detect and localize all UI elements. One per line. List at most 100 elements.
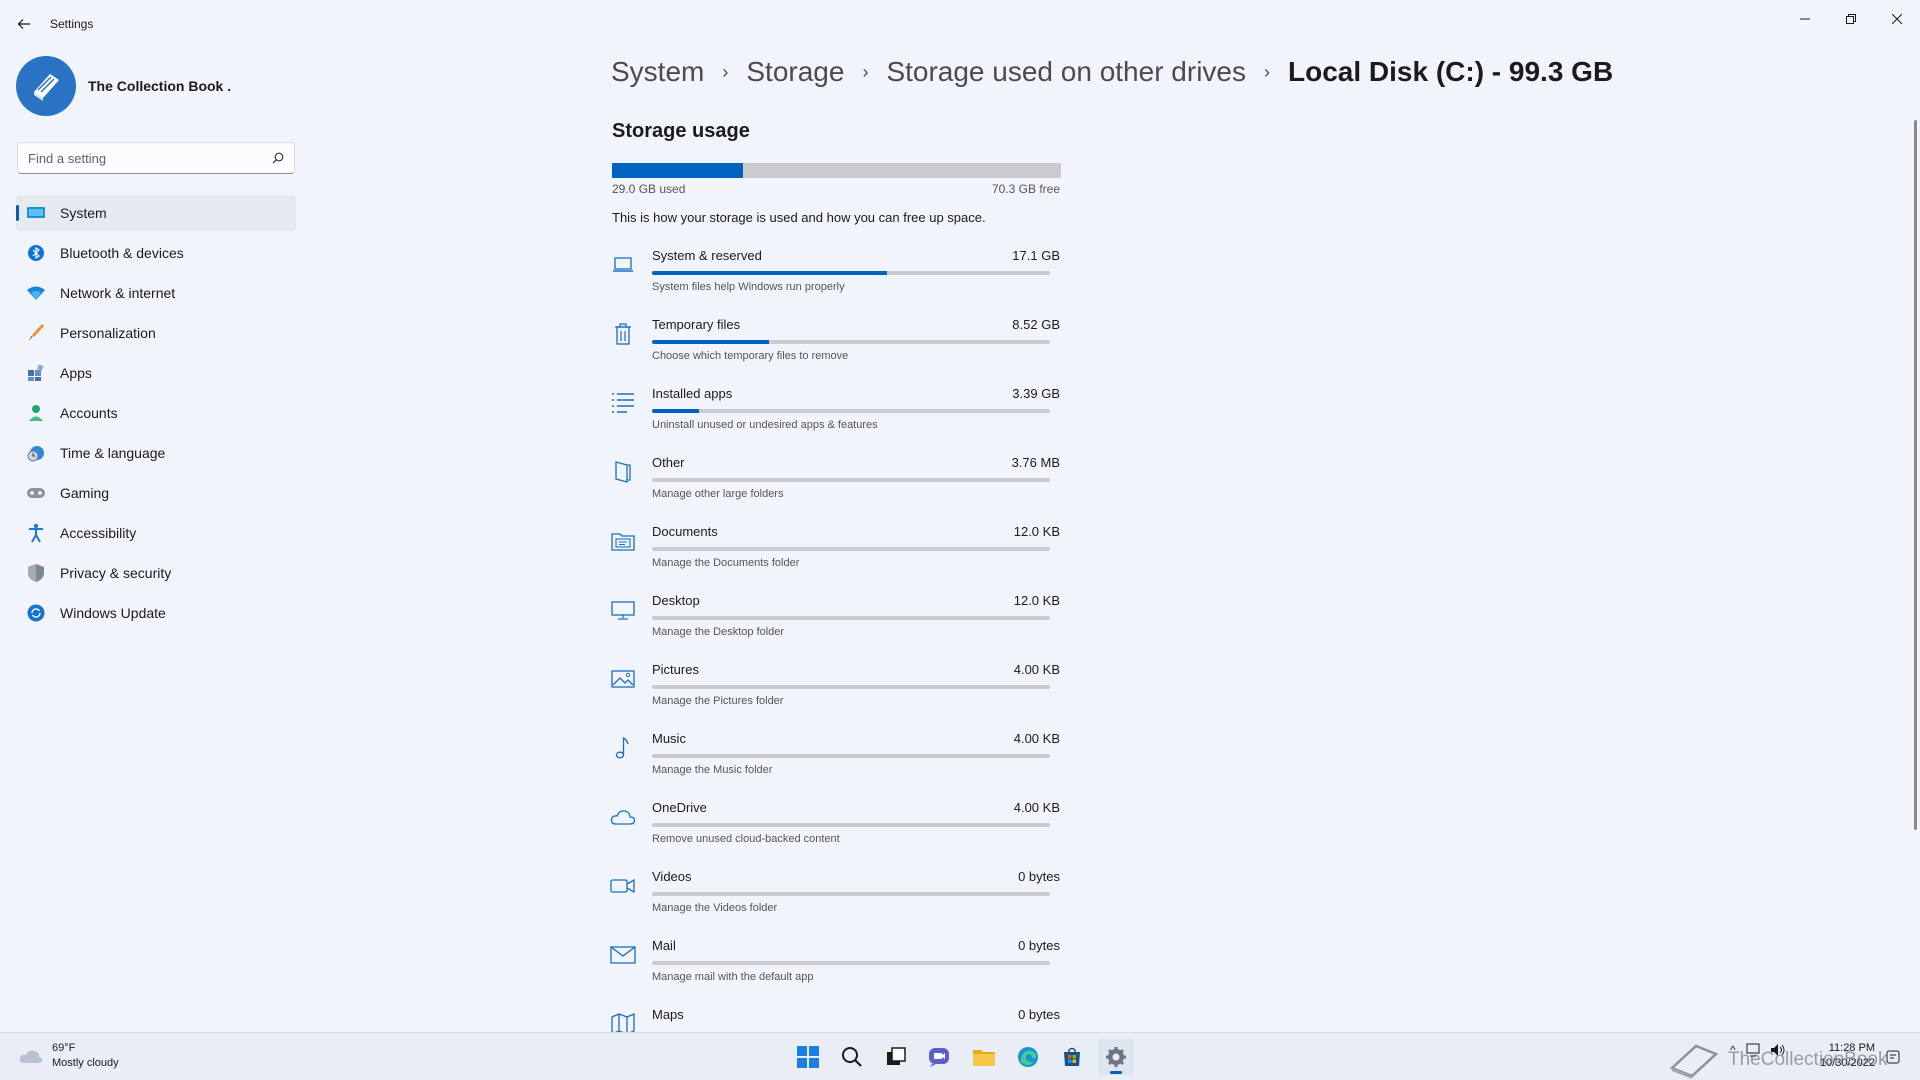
back-arrow-icon bbox=[17, 19, 30, 29]
clock-globe-icon bbox=[26, 443, 46, 463]
sidebar-item-label: Accessibility bbox=[60, 525, 137, 541]
storage-category-installed-apps[interactable]: Installed apps 3.39 GB Uninstall unused or… bbox=[610, 382, 1060, 451]
edge-button[interactable] bbox=[1010, 1039, 1046, 1075]
storage-category-desktop[interactable]: Desktop 12.0 KB Manage the Desktop folder bbox=[610, 589, 1060, 658]
cloudy-weather-icon bbox=[19, 1050, 43, 1063]
category-description: Remove unused cloud-backed content bbox=[652, 833, 840, 845]
sidebar-item-gaming[interactable]: Gaming bbox=[16, 475, 296, 511]
accessibility-icon bbox=[26, 523, 46, 543]
sidebar-item-apps[interactable]: Apps bbox=[16, 355, 296, 391]
category-name: Other bbox=[652, 455, 685, 470]
wifi-icon bbox=[26, 283, 46, 303]
breadcrumb: System › Storage › Storage used on other… bbox=[611, 56, 1613, 88]
category-usage-bar bbox=[652, 685, 1050, 689]
sidebar-item-privacy[interactable]: Privacy & security bbox=[16, 555, 296, 591]
minimize-icon bbox=[1800, 18, 1810, 20]
chat-button[interactable] bbox=[922, 1039, 958, 1075]
sidebar-item-label: Privacy & security bbox=[60, 565, 172, 581]
gamepad-icon bbox=[26, 483, 46, 503]
search-icon bbox=[842, 1047, 862, 1067]
bluetooth-icon bbox=[26, 243, 46, 263]
scrollbar[interactable] bbox=[1914, 120, 1917, 830]
breadcrumb-storage[interactable]: Storage bbox=[746, 56, 844, 88]
storage-category-temporary-files[interactable]: Temporary files 8.52 GB Choose which tempo… bbox=[610, 313, 1060, 382]
category-name: System & reserved bbox=[652, 248, 762, 263]
storage-category-videos[interactable]: Videos 0 bytes Manage the Videos folder bbox=[610, 865, 1060, 934]
video-camera-icon bbox=[610, 873, 636, 899]
sidebar-item-windows-update[interactable]: Windows Update bbox=[16, 595, 296, 631]
watermark: TheCollectionBook bbox=[1668, 1040, 1887, 1080]
category-name: Videos bbox=[652, 869, 692, 884]
map-icon bbox=[610, 1011, 636, 1032]
category-name: Documents bbox=[652, 524, 718, 539]
taskbar-search-button[interactable] bbox=[834, 1039, 870, 1075]
category-size: 0 bytes bbox=[1018, 938, 1060, 953]
weather-widget[interactable]: 69°F Mostly cloudy bbox=[18, 1041, 119, 1071]
sidebar-item-system[interactable]: System bbox=[16, 195, 296, 231]
windows-start-icon bbox=[797, 1046, 819, 1068]
sidebar-item-bluetooth[interactable]: Bluetooth & devices bbox=[16, 235, 296, 271]
category-usage-bar bbox=[652, 823, 1050, 827]
breadcrumb-current-drive: Local Disk (C:) - 99.3 GB bbox=[1288, 56, 1614, 87]
minimize-button[interactable] bbox=[1783, 4, 1827, 34]
shield-icon bbox=[26, 563, 46, 583]
breadcrumb-system[interactable]: System bbox=[611, 56, 704, 88]
sidebar-nav: System Bluetooth & devices Network & int… bbox=[16, 195, 296, 635]
user-profile[interactable]: The Collection Book . bbox=[16, 56, 231, 116]
storage-category-system-reserved[interactable]: System & reserved 17.1 GB System files hel… bbox=[610, 244, 1060, 313]
sidebar-item-label: Apps bbox=[60, 365, 92, 381]
used-space-label: 29.0 GB used bbox=[612, 182, 686, 196]
monitor-icon bbox=[610, 597, 636, 623]
documents-icon bbox=[610, 528, 636, 554]
category-size: 3.39 GB bbox=[1012, 386, 1060, 401]
storage-category-documents[interactable]: Documents 12.0 KB Manage the Documents fol… bbox=[610, 520, 1060, 589]
category-name: OneDrive bbox=[652, 800, 707, 815]
settings-taskbar-button[interactable] bbox=[1098, 1039, 1134, 1075]
storage-category-list: System & reserved 17.1 GB System files hel… bbox=[610, 244, 1060, 1032]
laptop-icon bbox=[610, 252, 636, 278]
task-view-button[interactable] bbox=[878, 1039, 914, 1075]
category-size: 17.1 GB bbox=[1012, 248, 1060, 263]
sidebar-item-accounts[interactable]: Accounts bbox=[16, 395, 296, 431]
category-size: 0 bytes bbox=[1018, 869, 1060, 884]
storage-category-other[interactable]: Other 3.76 MB Manage other large folders bbox=[610, 451, 1060, 520]
restore-button[interactable] bbox=[1829, 4, 1873, 34]
sidebar-item-label: Gaming bbox=[60, 485, 110, 501]
search-icon[interactable] bbox=[272, 152, 284, 164]
search-box[interactable] bbox=[17, 142, 295, 174]
storage-category-pictures[interactable]: Pictures 4.00 KB Manage the Pictures folde… bbox=[610, 658, 1060, 727]
file-explorer-icon bbox=[973, 1050, 995, 1066]
storage-category-maps[interactable]: Maps 0 bytes bbox=[610, 1003, 1060, 1032]
restore-icon bbox=[1846, 14, 1856, 24]
sidebar-item-label: Time & language bbox=[60, 445, 166, 461]
store-button[interactable] bbox=[1054, 1039, 1090, 1075]
app-title: Settings bbox=[50, 17, 94, 31]
file-explorer-button[interactable] bbox=[966, 1039, 1002, 1075]
category-size: 0 bytes bbox=[1018, 1007, 1060, 1022]
edge-icon bbox=[1018, 1047, 1038, 1067]
category-description: Manage the Videos folder bbox=[652, 902, 778, 914]
category-name: Mail bbox=[652, 938, 676, 953]
cloud-icon bbox=[610, 804, 636, 830]
back-button[interactable] bbox=[12, 12, 36, 36]
category-size: 4.00 KB bbox=[1013, 662, 1060, 677]
sidebar-item-personalization[interactable]: Personalization bbox=[16, 315, 296, 351]
sidebar-item-label: Windows Update bbox=[60, 605, 166, 621]
notification-icon[interactable] bbox=[1886, 1050, 1900, 1064]
store-icon bbox=[1064, 1047, 1080, 1066]
category-name: Temporary files bbox=[652, 317, 741, 332]
mail-icon bbox=[610, 942, 636, 968]
sidebar-item-time-language[interactable]: Time & language bbox=[16, 435, 296, 471]
category-usage-fill bbox=[652, 340, 769, 344]
storage-category-music[interactable]: Music 4.00 KB Manage the Music folder bbox=[610, 727, 1060, 796]
close-button[interactable] bbox=[1875, 4, 1919, 34]
storage-category-onedrive[interactable]: OneDrive 4.00 KB Remove unused cloud-backe… bbox=[610, 796, 1060, 865]
breadcrumb-other-drives[interactable]: Storage used on other drives bbox=[886, 56, 1246, 88]
storage-category-mail[interactable]: Mail 0 bytes Manage mail with the default … bbox=[610, 934, 1060, 1003]
sidebar-item-network[interactable]: Network & internet bbox=[16, 275, 296, 311]
storage-usage-title: Storage usage bbox=[612, 120, 750, 142]
sidebar-item-label: Bluetooth & devices bbox=[60, 245, 184, 261]
search-input[interactable] bbox=[28, 150, 272, 166]
start-button[interactable] bbox=[790, 1039, 826, 1075]
sidebar-item-accessibility[interactable]: Accessibility bbox=[16, 515, 296, 551]
